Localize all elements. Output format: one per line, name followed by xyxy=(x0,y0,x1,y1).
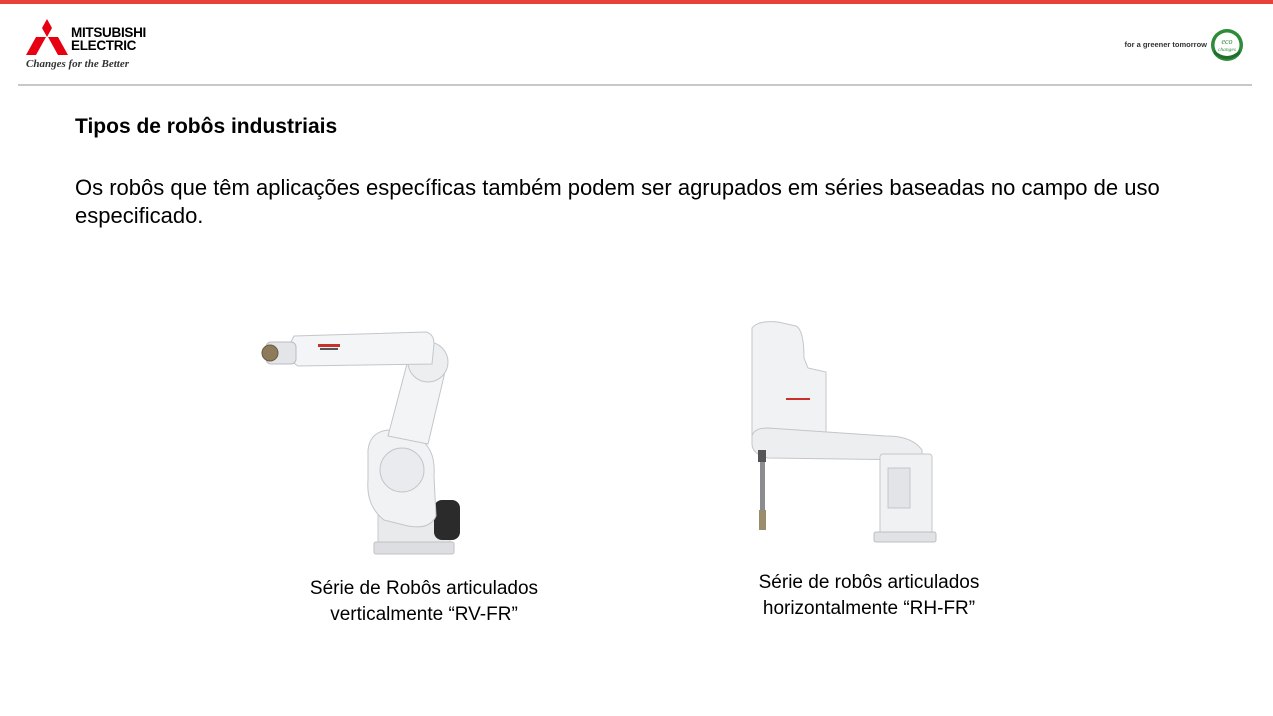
three-diamonds-icon xyxy=(26,19,68,55)
brand-line-2: ELECTRIC xyxy=(71,38,137,53)
caption-rh-line-2: horizontalmente “RH-FR” xyxy=(762,598,976,619)
slide-body: Os robôs que têm aplicações específicas … xyxy=(75,175,1160,228)
header-divider xyxy=(18,84,1252,86)
figure-caption-rh: Série de robôs articulados horizontalmen… xyxy=(710,570,1028,622)
eco-changes-badge: eco changes xyxy=(1211,29,1243,61)
horizontal-scara-robot-image xyxy=(751,321,937,543)
figure-caption-rv: Série de Robôs articulados verticalmente… xyxy=(266,576,582,628)
top-accent-bar xyxy=(0,0,1273,4)
caption-rv-line-2: verticalmente “RV-FR” xyxy=(330,604,518,625)
svg-text:changes: changes xyxy=(1218,47,1236,53)
caption-rv-line-1: Série de Robôs articulados xyxy=(309,578,539,599)
brand-wordmark: MITSUBISHI ELECTRIC xyxy=(71,26,146,53)
svg-text:eco: eco xyxy=(1221,37,1232,46)
slide-title: Tipos de robôs industriais xyxy=(75,115,338,138)
mitsubishi-logo: MITSUBISHI ELECTRIC Changes for the Bett… xyxy=(26,16,166,72)
eco-tagline: for a greener tomorrow xyxy=(1124,40,1207,49)
brand-tagline: Changes for the Better xyxy=(26,58,129,70)
caption-rh-line-1: Série de robôs articulados xyxy=(758,572,980,593)
vertical-articulated-robot-image xyxy=(261,331,460,555)
